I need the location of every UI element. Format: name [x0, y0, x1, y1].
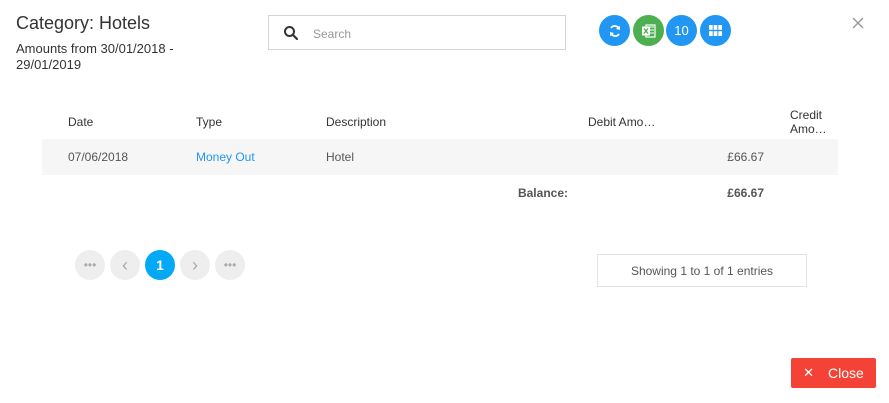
close-button[interactable]: ✕ Close [791, 358, 876, 388]
cell-description: Hotel [326, 150, 355, 164]
first-page-button[interactable]: ••• [75, 250, 105, 280]
close-icon[interactable] [851, 16, 865, 30]
grid-icon [709, 25, 722, 36]
entries-info: Showing 1 to 1 of 1 entries [597, 254, 807, 287]
refresh-button[interactable] [599, 15, 630, 46]
search-input[interactable] [311, 24, 555, 44]
transactions-table: Date Type Description Debit Amo… Credit … [42, 104, 838, 211]
cell-type: Money Out [196, 139, 326, 175]
excel-icon [641, 23, 656, 38]
close-x-icon: ✕ [803, 365, 815, 380]
table-header-row: Date Type Description Debit Amo… Credit … [42, 104, 838, 139]
page-title: Category: Hotels [16, 13, 151, 33]
columns-button[interactable] [700, 15, 731, 46]
balance-value: £66.67 [727, 186, 764, 200]
search-icon [284, 26, 299, 41]
prev-page-button[interactable]: ‹ [110, 250, 140, 280]
close-button-label: Close [828, 365, 864, 381]
column-header-description[interactable]: Description [326, 104, 588, 139]
page-button-current[interactable]: 1 [145, 250, 175, 280]
date-range-subtitle: Amounts from 30/01/2018 - 29/01/2019 [16, 41, 174, 72]
column-header-type[interactable]: Type [196, 104, 326, 139]
cell-debit: £66.67 [727, 150, 764, 164]
next-page-button[interactable]: › [180, 250, 210, 280]
table-row[interactable]: 07/06/2018 Money Out Hotel £66.67 [42, 139, 838, 175]
column-header-date[interactable]: Date [42, 104, 196, 139]
page-size-button[interactable]: 10 [666, 15, 697, 46]
type-link[interactable]: Money Out [196, 150, 255, 164]
column-header-debit[interactable]: Debit Amo… [588, 104, 764, 139]
last-page-button[interactable]: ••• [215, 250, 245, 280]
export-excel-button[interactable] [633, 15, 664, 46]
balance-row: Balance: £66.67 [42, 175, 838, 211]
column-header-credit[interactable]: Credit Amo… [764, 104, 838, 139]
balance-label: Balance: [517, 186, 568, 200]
cell-credit [764, 139, 838, 175]
refresh-icon [609, 24, 620, 37]
search-box[interactable] [268, 15, 566, 50]
cell-date: 07/06/2018 [68, 150, 129, 164]
